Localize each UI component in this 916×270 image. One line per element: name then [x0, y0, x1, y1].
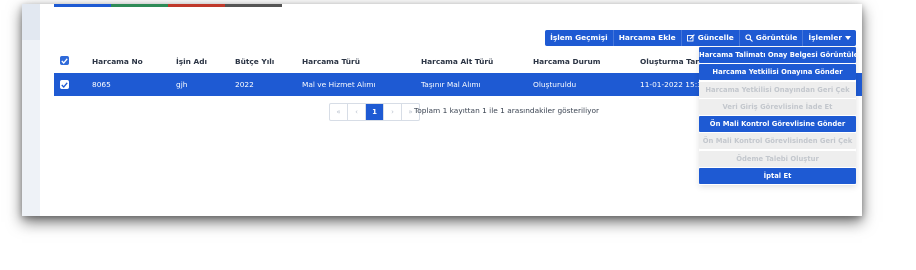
- pagination: « ‹ 1 › »: [329, 103, 420, 121]
- actions-dropdown-menu: Harcama Talimatı Onay Belgesi Görüntüle …: [699, 47, 856, 186]
- action-toolbar: İşlem Geçmişi Harcama Ekle Güncelle Görü…: [545, 30, 856, 46]
- cell-budget-year: 2022: [235, 80, 254, 89]
- column-header-expense-no[interactable]: Harcama No: [92, 51, 143, 73]
- pagination-info: Toplam 1 kayıttan 1 ile 1 arasındakiler …: [414, 106, 600, 115]
- cell-expense-status: Oluşturuldu: [533, 80, 577, 89]
- cell-job-name: gjh: [176, 80, 188, 89]
- view-button-label: Görüntüle: [755, 33, 798, 42]
- cell-expense-type: Mal ve Hizmet Alımı: [302, 80, 376, 89]
- sidebar-block: [22, 4, 40, 40]
- prev-page-button[interactable]: ‹: [348, 104, 366, 120]
- column-header-expense-subtype[interactable]: Harcama Alt Türü: [421, 51, 493, 73]
- row-checkbox[interactable]: [60, 80, 69, 89]
- tab-color-3: [225, 4, 282, 7]
- select-all-checkbox[interactable]: [60, 56, 69, 65]
- caret-down-icon: [845, 36, 851, 40]
- search-icon: [745, 34, 753, 42]
- add-expense-button-label: Harcama Ekle: [618, 33, 676, 42]
- column-header-job-name[interactable]: İşin Adı: [176, 51, 207, 73]
- column-header-expense-status[interactable]: Harcama Durum: [533, 51, 600, 73]
- first-page-button[interactable]: «: [330, 104, 348, 120]
- view-button[interactable]: Görüntüle: [740, 30, 804, 46]
- column-header-budget-year[interactable]: Bütçe Yılı: [235, 51, 274, 73]
- menu-item-cancel[interactable]: İptal Et: [699, 168, 856, 185]
- content-panel: İşlem Geçmişi Harcama Ekle Güncelle Görü…: [22, 4, 862, 216]
- menu-item-withdraw-from-pre-control[interactable]: Ön Mali Kontrol Görevlisinden Geri Çek: [699, 133, 856, 150]
- tab-color-1: [111, 4, 168, 7]
- actions-menu-button[interactable]: İşlemler: [803, 30, 856, 46]
- page-1-button[interactable]: 1: [366, 104, 384, 120]
- menu-item-send-to-authorizer[interactable]: Harcama Yetkilisi Onayına Gönder: [699, 64, 856, 81]
- left-sidebar-strip: [22, 4, 40, 216]
- cell-expense-subtype: Taşınır Mal Alımı: [421, 80, 481, 89]
- menu-item-withdraw-from-authorizer[interactable]: Harcama Yetkilisi Onayından Geri Çek: [699, 81, 856, 98]
- history-button-label: İşlem Geçmişi: [550, 33, 608, 42]
- history-button[interactable]: İşlem Geçmişi: [545, 30, 614, 46]
- color-tab-bar: [54, 4, 282, 7]
- cell-expense-no: 8065: [92, 80, 111, 89]
- update-button[interactable]: Güncelle: [682, 30, 740, 46]
- menu-item-return-to-data-entry[interactable]: Veri Giriş Görevlisine İade Et: [699, 98, 856, 115]
- menu-item-send-to-pre-control[interactable]: Ön Mali Kontrol Görevlisine Gönder: [699, 116, 856, 133]
- actions-menu-button-label: İşlemler: [808, 33, 842, 42]
- update-button-label: Güncelle: [697, 33, 734, 42]
- screenshot-canvas: İşlem Geçmişi Harcama Ekle Güncelle Görü…: [0, 0, 916, 270]
- add-expense-button[interactable]: Harcama Ekle: [614, 30, 682, 46]
- edit-icon: [686, 34, 695, 42]
- menu-item-create-payment-request[interactable]: Ödeme Talebi Oluştur: [699, 150, 856, 167]
- next-page-button[interactable]: ›: [384, 104, 402, 120]
- menu-item-view-approval-document[interactable]: Harcama Talimatı Onay Belgesi Görüntüle: [699, 47, 856, 63]
- tab-color-0: [54, 4, 111, 7]
- column-header-expense-type[interactable]: Harcama Türü: [302, 51, 360, 73]
- tab-color-2: [168, 4, 225, 7]
